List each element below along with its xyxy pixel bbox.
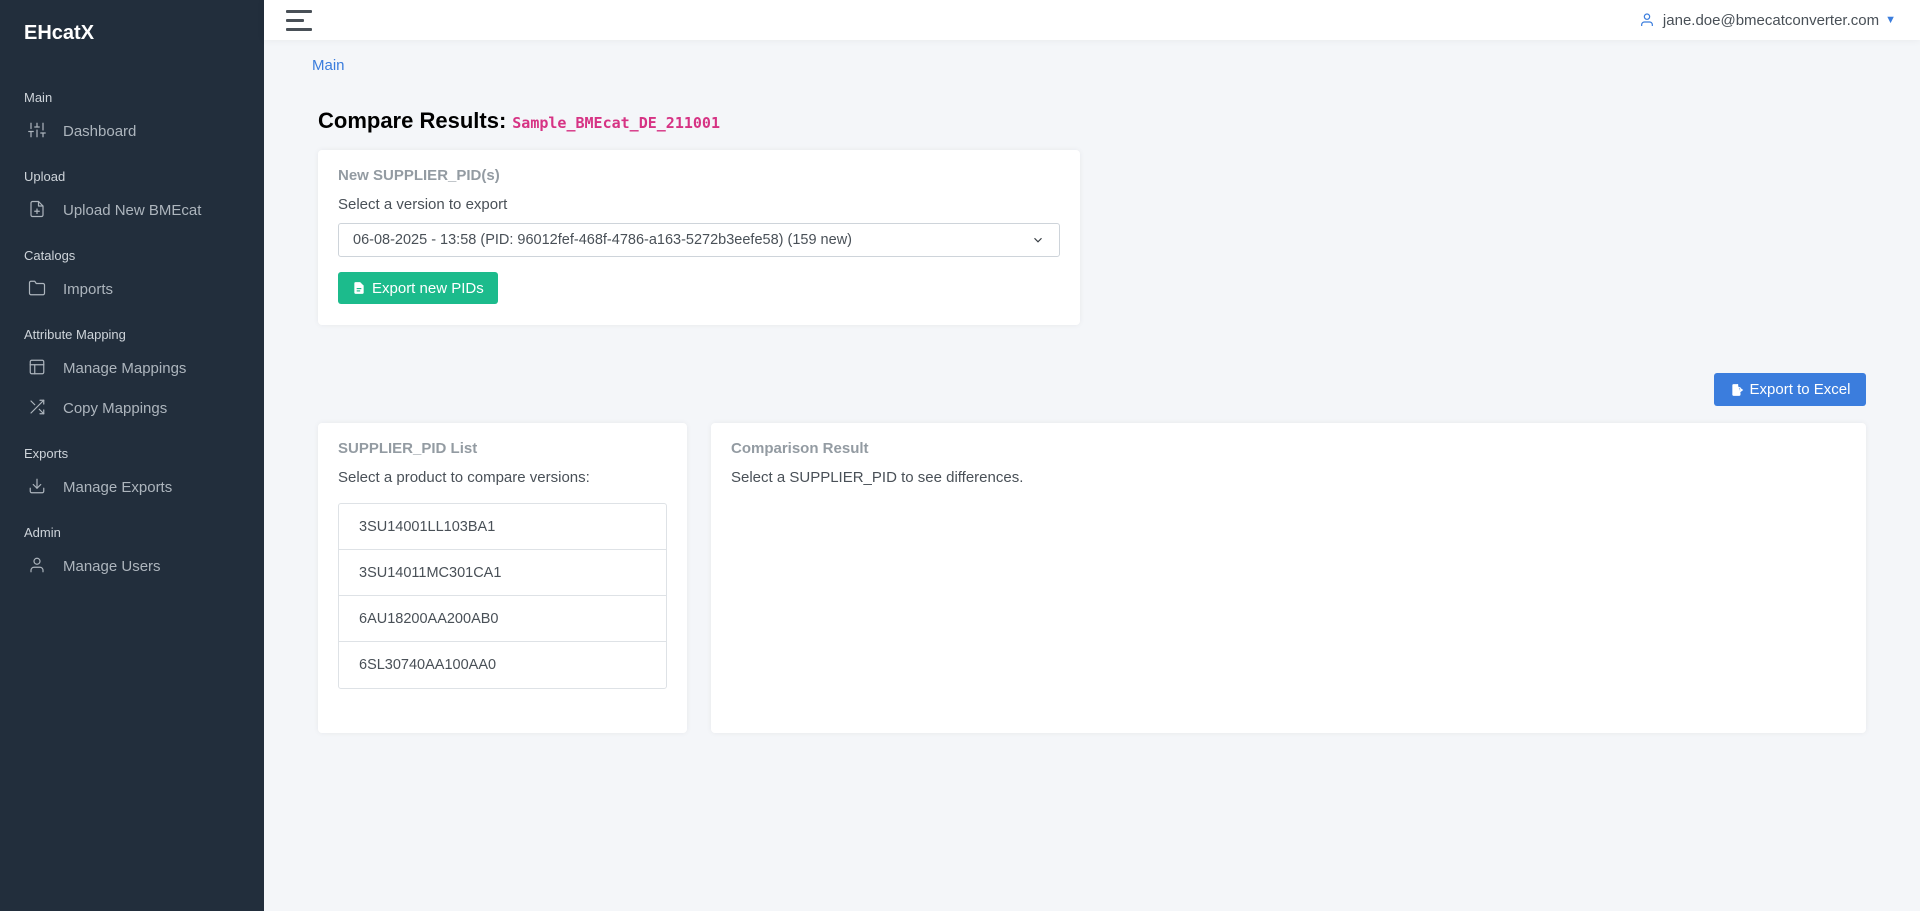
breadcrumb-main[interactable]: Main <box>312 57 345 74</box>
download-icon <box>28 477 48 497</box>
chevron-down-icon <box>1034 237 1042 243</box>
nav-header-admin: Admin <box>24 525 61 540</box>
sidebar-item-label: Upload New BMEcat <box>63 201 202 219</box>
sidebar-item-label: Manage Mappings <box>63 359 187 377</box>
sidebar: EHcatX Main Dashboard Upload Upload New … <box>0 0 264 911</box>
nav-header-main: Main <box>24 90 53 105</box>
file-name: Sample_BMEcat_DE_211001 <box>512 114 720 132</box>
sidebar-item-manage-mappings[interactable]: Manage Mappings <box>0 348 264 388</box>
sidebar-item-label: Imports <box>63 280 114 298</box>
export-new-pids-button[interactable]: Export new PIDs <box>338 272 498 304</box>
export-to-excel-button[interactable]: Export to Excel <box>1714 373 1866 406</box>
card-title: SUPPLIER_PID List <box>338 440 478 457</box>
page-title-text: Compare Results: <box>318 108 507 133</box>
page-title: Compare Results: Sample_BMEcat_DE_211001 <box>318 108 720 134</box>
sidebar-item-label: Manage Exports <box>63 478 173 496</box>
sidebar-item-manage-users[interactable]: Manage Users <box>0 546 264 586</box>
chevron-down-icon: ▼ <box>1885 14 1896 26</box>
sidebar-item-label: Copy Mappings <box>63 399 168 417</box>
file-plus-icon <box>28 200 48 220</box>
comparison-hint: Select a SUPPLIER_PID to see differences… <box>731 469 1024 486</box>
nav-header-catalogs: Catalogs <box>24 248 76 263</box>
sliders-icon <box>28 121 48 141</box>
card-title: New SUPPLIER_PID(s) <box>338 167 500 184</box>
user-email: jane.doe@bmecatconverter.com <box>1662 11 1880 29</box>
folder-icon <box>28 279 48 299</box>
list-item[interactable]: 6SL30740AA100AA0 <box>339 642 666 688</box>
layout-icon <box>28 358 48 378</box>
list-item[interactable]: 3SU14011MC301CA1 <box>339 550 666 596</box>
new-pids-card: New SUPPLIER_PID(s) Select a version to … <box>318 150 1080 325</box>
select-label: Select a version to export <box>338 196 508 213</box>
file-icon <box>354 282 364 294</box>
pid-list-card: SUPPLIER_PID List Select a product to co… <box>318 423 687 733</box>
user-icon <box>28 556 48 576</box>
sidebar-item-copy-mappings[interactable]: Copy Mappings <box>0 388 264 428</box>
brand-logo[interactable]: EHcatX <box>0 0 264 72</box>
user-menu[interactable]: jane.doe@bmecatconverter.com ▼ <box>1639 12 1896 29</box>
version-select-value: 06-08-2025 - 13:58 (PID: 96012fef-468f-4… <box>353 232 852 248</box>
nav-header-attribute-mapping: Attribute Mapping <box>24 327 126 342</box>
file-export-icon <box>1731 383 1743 396</box>
sidebar-item-upload[interactable]: Upload New BMEcat <box>0 190 264 230</box>
sidebar-item-imports[interactable]: Imports <box>0 269 264 309</box>
user-icon <box>1640 13 1653 26</box>
sidebar-toggle-icon[interactable] <box>286 9 312 31</box>
nav-header-upload: Upload <box>24 169 66 184</box>
export-new-pids-label: Export new PIDs <box>372 279 484 297</box>
sidebar-item-label: Dashboard <box>63 122 137 140</box>
list-item[interactable]: 3SU14001LL103BA1 <box>339 504 666 550</box>
export-to-excel-label: Export to Excel <box>1749 381 1851 398</box>
card-title: Comparison Result <box>731 440 869 457</box>
card-subtitle: Select a product to compare versions: <box>338 469 590 486</box>
sidebar-item-label: Manage Users <box>63 557 161 575</box>
sidebar-item-dashboard[interactable]: Dashboard <box>0 111 264 151</box>
pid-list: 3SU14001LL103BA1 3SU14011MC301CA1 6AU182… <box>338 503 667 689</box>
comparison-result-card: Comparison Result Select a SUPPLIER_PID … <box>711 423 1866 733</box>
list-item[interactable]: 6AU18200AA200AB0 <box>339 596 666 642</box>
nav-header-exports: Exports <box>24 446 69 461</box>
sidebar-item-manage-exports[interactable]: Manage Exports <box>0 467 264 507</box>
version-select[interactable]: 06-08-2025 - 13:58 (PID: 96012fef-468f-4… <box>338 223 1060 257</box>
shuffle-icon <box>28 398 48 418</box>
topbar: jane.doe@bmecatconverter.com ▼ <box>264 0 1920 40</box>
